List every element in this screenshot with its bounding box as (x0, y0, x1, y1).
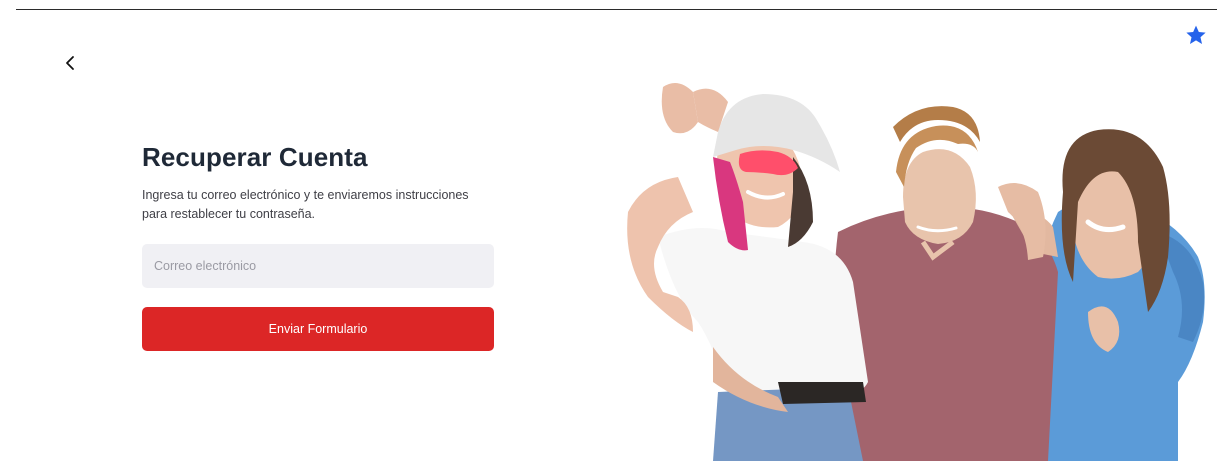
favorite-button[interactable] (1185, 24, 1207, 46)
star-icon (1186, 25, 1206, 44)
page-title: Recuperar Cuenta (142, 142, 368, 172)
top-divider (16, 9, 1217, 10)
back-button[interactable] (60, 52, 80, 74)
recovery-page: Recuperar Cuenta Ingresa tu correo elect… (0, 0, 1217, 461)
hero-image (618, 82, 1208, 461)
person-left (627, 83, 868, 404)
person-right (1033, 129, 1205, 461)
page-description: Ingresa tu correo electrónico y te envia… (142, 188, 469, 221)
submit-button[interactable]: Enviar Formulario (142, 307, 494, 351)
email-field[interactable] (142, 244, 494, 288)
chevron-left-icon (66, 56, 74, 70)
recovery-form: Recuperar Cuenta Ingresa tu correo elect… (142, 140, 494, 351)
person-middle (834, 106, 1058, 461)
